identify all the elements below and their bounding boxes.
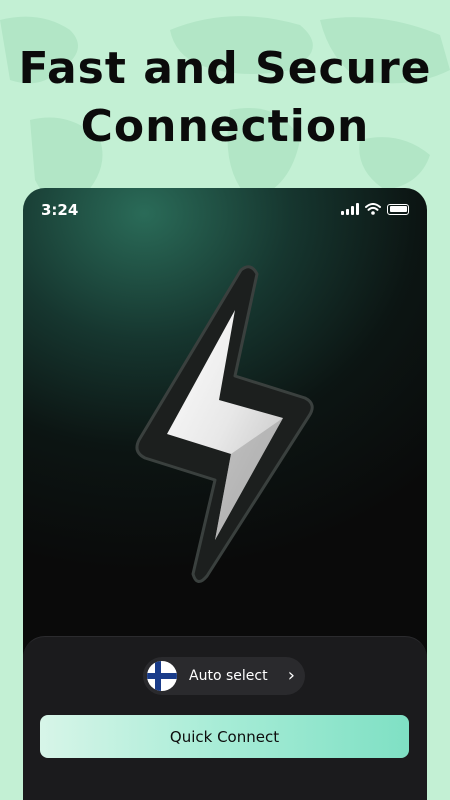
signal-icon: [341, 203, 359, 215]
phone-mockup: 3:24 Auto select › Quick Connect: [23, 188, 427, 800]
status-icons: [341, 202, 409, 216]
quick-connect-button[interactable]: Quick Connect: [40, 715, 409, 758]
server-selector[interactable]: Auto select ›: [143, 657, 305, 695]
status-time: 3:24: [41, 201, 79, 219]
bottom-sheet: Auto select › Quick Connect: [23, 636, 427, 800]
headline-line-2: Connection: [80, 101, 370, 152]
lightning-bolt-icon: [135, 265, 314, 583]
battery-icon: [387, 203, 409, 215]
headline-line-1: Fast and Secure: [18, 43, 432, 94]
finland-flag-icon: [147, 661, 177, 691]
headline: Fast and Secure Connection: [0, 40, 450, 156]
wifi-icon: [365, 203, 381, 215]
status-bar: 3:24: [23, 188, 427, 232]
chevron-right-icon: ›: [287, 665, 295, 686]
server-selector-label: Auto select: [189, 668, 268, 684]
